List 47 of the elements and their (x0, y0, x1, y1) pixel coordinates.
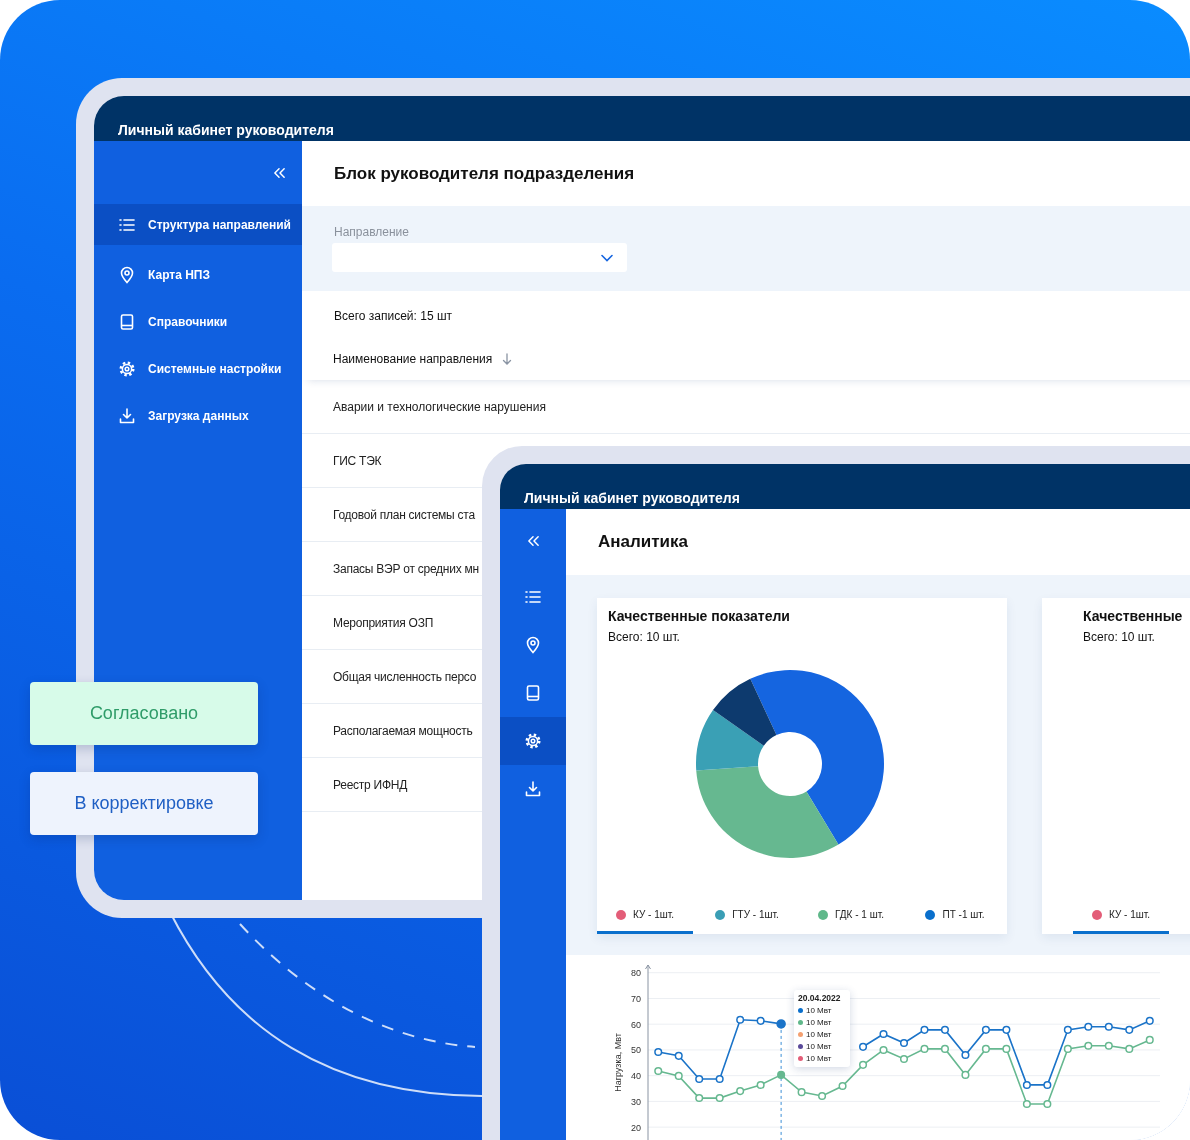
records-count: Всего записей: 15 шт (334, 309, 454, 324)
sidebar-item[interactable]: Структура направлений (94, 204, 302, 245)
card-title: Качественные показатели (608, 608, 791, 624)
legend-tab[interactable]: КУ - 1шт. (597, 898, 693, 934)
y-tick-label: 30 (631, 1096, 641, 1107)
tooltip-value: 10 Мвт (806, 1042, 832, 1051)
card-title: Качественные (1083, 608, 1184, 624)
sidebar-item[interactable]: Справочники (94, 298, 302, 345)
sidebar-item[interactable]: Карта НПЗ (94, 251, 302, 298)
sidebar-item[interactable]: Системные настройки (94, 345, 302, 392)
table-cell: Годовой план системы ста (333, 507, 475, 522)
y-tick-label: 40 (631, 1071, 641, 1082)
table-cell: Запасы ВЭР от средних мн (333, 561, 479, 576)
y-tick-label: 50 (631, 1045, 641, 1056)
table-cell: Аварии и технологические нарушения (333, 399, 546, 414)
sidebar-item[interactable]: Загрузка данных (94, 392, 302, 439)
legend-tab[interactable]: ПТ -1 шт. (905, 898, 1005, 934)
status-badge: В корректировке (30, 772, 258, 835)
tooltip-value: 10 Мвт (806, 1030, 832, 1039)
table-cell: Реестр ИФНД (333, 777, 408, 792)
window-title: Личный кабинет руководителя (118, 122, 334, 138)
legend-tab[interactable]: ГТУ - 1шт. (697, 898, 797, 934)
legend-tab[interactable]: КУ - 1шт. (1073, 898, 1169, 934)
y-tick-label: 80 (631, 968, 641, 979)
tooltip-value: 10 Мвт (806, 1018, 832, 1027)
y-tick-label: 20 (631, 1122, 641, 1133)
legend-tab[interactable]: ГДК - 1 шт. (801, 898, 901, 934)
page-title: Аналитика (598, 532, 688, 552)
table-row[interactable]: ГИС ТЭК (302, 434, 482, 488)
y-axis-label: Нагрузка, Мвт (613, 1033, 623, 1092)
y-tick-label: 60 (631, 1019, 641, 1030)
card-total: Всего: 10 шт. (1083, 630, 1156, 644)
tooltip-value: 10 Мвт (806, 1054, 832, 1063)
table-cell: Общая численность персо (333, 669, 477, 684)
table-cell: Мероприятия ОЗП (333, 615, 433, 630)
field-label: Направление (334, 225, 409, 239)
card-total: Всего: 10 шт. (608, 630, 681, 644)
status-badge: Согласовано (30, 682, 258, 745)
window-title: Личный кабинет руководителя (524, 490, 740, 506)
tooltip-value: 10 Мвт (806, 1006, 832, 1015)
y-tick-label: 70 (631, 993, 641, 1004)
table-cell: ГИС ТЭК (333, 453, 382, 468)
tooltip-date: 20.04.2022 (798, 993, 842, 1003)
column-header[interactable]: Наименование направления (333, 352, 493, 366)
page-title: Блок руководителя подразделения (334, 163, 635, 184)
table-row[interactable]: Аварии и технологические нарушения (302, 380, 1190, 434)
table-cell: Располагаемая мощность (333, 723, 473, 738)
